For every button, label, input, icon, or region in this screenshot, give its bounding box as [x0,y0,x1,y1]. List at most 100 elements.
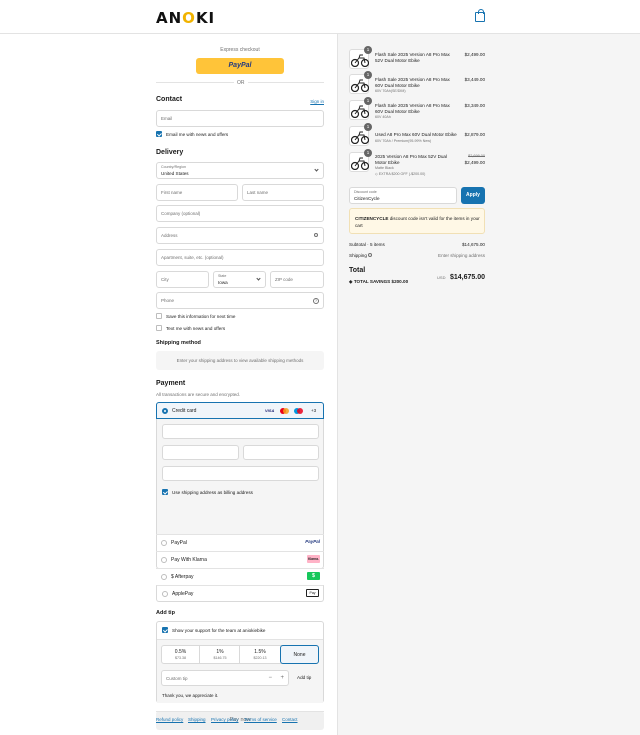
item-variant: Matte Black [375,166,394,170]
tip-options-panel: 0.5% $73.38 1% $146.75 1.5% $220.13 None… [157,639,323,703]
decrease-tip-button[interactable]: − [268,675,272,681]
or-divider-text: OR [234,80,248,86]
product-thumbnail: 1 [349,123,372,146]
custom-tip-field[interactable]: Custom tip − + [161,670,289,686]
total-value: $14,675.00 [449,274,485,281]
item-discount: ◇ EXTRA $200 OFF (-$200.00) [375,172,426,176]
quantity-badge: 1 [364,149,372,157]
tip-heading: Add tip [156,610,175,616]
paypal-option[interactable]: PayPal PayPal [156,534,324,551]
billing-same-checkbox[interactable] [162,489,168,495]
address-field[interactable]: Address [156,227,324,244]
klarna-option[interactable]: Pay With Klarna Klarna. [156,551,324,568]
express-checkout-label: Express checkout [220,47,260,53]
payment-heading: Payment [156,380,186,387]
text-news-checkbox[interactable] [156,325,162,331]
checkout-form: Express checkout PayPal OR Contact Sign … [156,34,324,735]
product-thumbnail: 1 [349,46,372,69]
maestro-icon [294,408,303,414]
zip-field[interactable]: ZIP code [270,271,324,288]
city-field[interactable]: City [156,271,209,288]
email-news-checkbox[interactable] [156,131,162,137]
email-field[interactable]: Email [156,110,324,127]
cart-item: 1 Used A8 Pro Max 60V Dual Motor Ebike 6… [349,123,485,148]
text-news-label: Text me with news and offers [166,326,226,331]
item-price: $2,499.00 [464,52,485,57]
tip-option-1-5[interactable]: 1.5% $220.13 [240,645,280,664]
state-select[interactable]: State Iowa [213,271,266,288]
applepay-radio[interactable] [162,591,168,597]
card-name-field[interactable] [162,466,319,481]
afterpay-logo-icon: $ [307,572,320,580]
apartment-field[interactable]: Apartment, suite, etc. (optional) [156,249,324,266]
credit-card-option[interactable]: Credit card VISA +3 [156,402,324,419]
shipping-method-notice-text: Enter your shipping address to view avai… [176,358,304,363]
phone-field[interactable]: Phone ? [156,292,324,309]
country-select[interactable]: Country/Region United States [156,162,324,179]
klarna-radio[interactable] [161,557,167,563]
order-summary: 1 Flash Sale 2025 Version A8 Pro Max 52V… [349,34,485,294]
item-title-2: 52V Dual Motor Ebike [375,58,420,63]
cart-item: 1 Flash Sale 2025 Version A8 Pro Max 60V… [349,71,485,96]
quantity-badge: 1 [364,46,372,54]
info-icon[interactable] [368,253,373,257]
card-cvv-field[interactable] [243,445,319,460]
search-icon [314,233,318,237]
item-price: $2,879.00 [464,132,485,137]
item-price: $3,349.00 [464,103,485,108]
refund-policy-link[interactable]: Refund policy [156,717,183,722]
paypal-radio[interactable] [161,540,167,546]
payment-subtitle: All transactions are secure and encrypte… [156,392,241,397]
card-number-field[interactable] [162,424,319,439]
sign-in-link[interactable]: Sign in [310,99,324,104]
contact-heading: Contact [156,96,183,103]
total-label: Total [349,267,366,274]
tip-option-1[interactable]: 1% $146.75 [200,645,240,664]
more-cards-badge: +3 [311,408,317,413]
terms-of-service-link[interactable]: Terms of service [244,717,277,722]
item-variant: 60V 70Ah / Premium(95-99% New) [375,139,432,143]
privacy-policy-link[interactable]: Privacy policy [211,717,239,722]
paypal-logo-icon: PayPal [305,539,320,544]
company-field[interactable]: Company (optional) [156,205,324,222]
item-title: 2025 Version A8 Pro Max 52V Dual [375,154,448,159]
chevron-down-icon [314,167,319,172]
tip-box: Show your support for the team at anioki… [156,621,324,703]
mastercard-icon [280,408,289,414]
total-currency: USD [437,275,446,280]
shipping-policy-link[interactable]: Shipping [188,717,206,722]
tip-option-none[interactable]: None [280,645,319,664]
save-info-label: Save this information for next time [166,314,236,319]
item-title: Flash Sale 2025 Version A8 Pro Max [375,77,450,82]
credit-card-radio[interactable] [162,408,168,414]
visa-icon: VISA [265,408,275,413]
shopping-bag-icon[interactable] [475,9,485,22]
shipping-method-notice: Enter your shipping address to view avai… [156,351,324,370]
afterpay-radio[interactable] [161,574,167,580]
applepay-option[interactable]: ApplePay Pay [156,585,324,602]
increase-tip-button[interactable]: + [280,675,284,681]
shipping-value: Enter shipping address [438,253,485,258]
save-info-checkbox[interactable] [156,313,162,319]
brand-logo[interactable]: ANOKI [156,9,215,27]
credit-card-label: Credit card [172,408,197,414]
help-icon[interactable]: ? [313,298,319,304]
afterpay-option[interactable]: $ Afterpay $ [156,568,324,585]
add-tip-button[interactable]: Add tip [297,675,311,680]
apply-discount-button[interactable]: Apply [461,187,485,204]
footer-divider [156,711,324,712]
discount-code-field[interactable]: Discount code CitizenCycle [349,187,457,204]
paypal-express-button[interactable]: PayPal [196,58,284,74]
tip-support-label: Show your support for the team at anioki… [172,628,266,633]
tip-support-checkbox[interactable] [162,627,168,633]
subtotal-label: Subtotal · 5 items [349,242,385,247]
product-thumbnail: 1 [349,149,372,172]
last-name-field[interactable]: Last name [242,184,324,201]
klarna-logo-icon: Klarna. [307,555,320,563]
contact-link[interactable]: Contact [282,717,298,722]
applepay-label: ApplePay [172,591,194,597]
card-expiry-field[interactable] [162,445,239,460]
item-title: Used A8 Pro Max 60V Dual Motor Ebike [375,132,457,137]
tip-option-0-5[interactable]: 0.5% $73.38 [161,645,200,664]
first-name-field[interactable]: First name [156,184,238,201]
